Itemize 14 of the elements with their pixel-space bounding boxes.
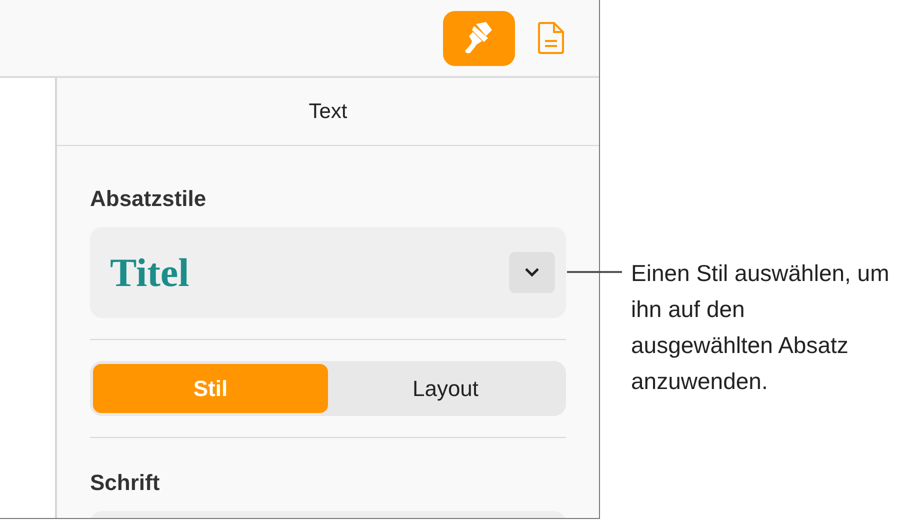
chevron-button[interactable] [509,252,555,293]
format-button[interactable] [443,10,515,66]
panel-title: Text [308,98,348,125]
chevron-down-icon [525,268,539,277]
style-name: Titel [110,248,190,296]
segment-tab[interactable]: Layout [328,364,563,413]
section-label: Absatzstile [90,185,208,213]
segment-tab[interactable]: Stil [93,364,328,413]
callout-text: Einen Stil auswählen, um ihn auf den ausgewählten Absatz anzuwenden. [631,259,890,396]
leader-line [567,271,622,273]
section-label: Schrift [90,469,161,497]
paintbrush-icon [464,22,494,54]
document-icon [537,21,565,55]
paragraph-style-dropdown[interactable]: Titel [90,227,566,318]
